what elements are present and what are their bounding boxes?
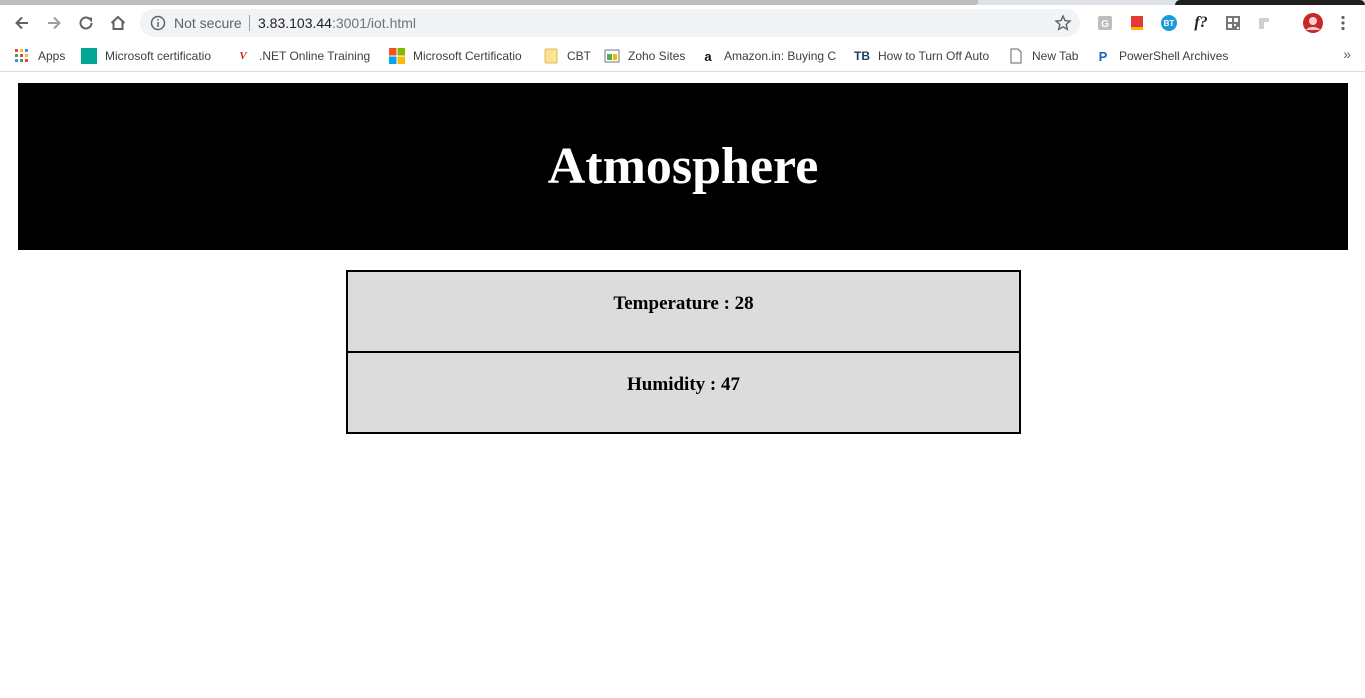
bookmark-label: Microsoft certificatio [105,49,212,63]
bookmark-label: Amazon.in: Buying Ch [724,49,836,63]
bookmark-label: .NET Online Training [259,49,370,63]
temperature-reading: Temperature : 28 [613,293,754,314]
microsoft-logo-icon [389,48,405,64]
humidity-cell: Humidity : 47 [346,351,1021,434]
forward-button[interactable] [40,9,68,37]
svg-text:G: G [1101,19,1109,30]
security-label[interactable]: Not secure [174,14,242,32]
tb-logo-icon: TB [854,49,870,63]
qr-code-extension-icon[interactable] [1224,14,1242,32]
teal-square-icon [81,48,97,64]
font-finder-extension-icon[interactable]: f? [1192,14,1210,32]
bookmark-dotnet-training[interactable]: V .NET Online Training [235,47,370,65]
readings-table: Temperature : 28 Humidity : 47 [346,270,1021,434]
bookmark-star-icon[interactable] [1054,14,1072,32]
page-title: Atmosphere [547,138,819,195]
header-banner: Atmosphere [18,83,1348,250]
bookmark-label: Apps [38,49,66,63]
temperature-cell: Temperature : 28 [346,270,1021,353]
home-icon [110,15,126,30]
bookmark-folder-cbt[interactable]: CBT [543,47,591,65]
bookmark-microsoft-certification-2[interactable]: Microsoft Certificatio [389,47,526,65]
url-path: :3001/iot.html [331,15,417,31]
p-logo-icon: P [1098,48,1108,64]
browser-toolbar: Not secure 3.83.103.44:3001/iot.html G B… [0,5,1365,41]
reload-button[interactable] [72,9,100,37]
bookmark-label: New Tab [1032,49,1079,63]
url-text[interactable]: 3.83.103.44:3001/iot.html [258,14,416,32]
bookmark-label: Zoho Sites [628,49,686,63]
amazon-icon: a [704,48,712,64]
bookmarks-bar: Apps Microsoft certificatio V .NET Onlin… [0,41,1365,72]
bookmark-microsoft-certification-1[interactable]: Microsoft certificatio [81,47,218,65]
book-extension-icon[interactable] [1128,14,1146,32]
url-host: 3.83.103.44 [258,15,332,31]
bookmark-zoho-sites[interactable]: Zoho Sites [604,47,685,65]
folder-icon [543,48,559,64]
bt-extension-icon[interactable]: BT [1160,14,1178,32]
humidity-reading: Humidity : 47 [627,374,740,395]
back-arrow-icon [15,16,28,30]
page-icon [1008,48,1024,64]
bt-extension-label: BT [1163,18,1175,28]
address-bar[interactable]: Not secure 3.83.103.44:3001/iot.html [140,9,1080,37]
font-finder-label: f? [1194,14,1208,31]
bookmark-new-tab[interactable]: New Tab [1008,47,1078,65]
home-button[interactable] [104,9,132,37]
bookmark-apps[interactable]: Apps [14,47,65,65]
profile-avatar[interactable] [1302,12,1324,34]
google-translate-extension-icon[interactable]: G [1096,14,1114,32]
table-row: Temperature : 28 [346,270,1021,353]
reload-icon [79,16,93,30]
back-button[interactable] [8,9,36,37]
omnibox-divider [249,15,250,31]
bookmark-label: Microsoft Certificatio [413,49,522,63]
bookmark-amazon[interactable]: a Amazon.in: Buying Ch [700,47,836,65]
clipper-extension-icon[interactable] [1256,14,1274,32]
dotnet-logo-icon: V [239,50,247,62]
bookmarks-overflow-button[interactable]: » [1343,46,1351,62]
zoho-icon [604,48,620,64]
bookmark-label: PowerShell Archives - [1119,49,1230,63]
bookmark-powershell-archives[interactable]: P PowerShell Archives - [1095,47,1230,65]
forward-arrow-icon [48,16,61,30]
chrome-menu-icon[interactable] [1336,14,1350,32]
bookmark-turn-off-auto[interactable]: TB How to Turn Off Auto [854,47,992,65]
bookmark-label: CBT [567,49,591,63]
info-icon[interactable] [150,15,166,31]
table-row: Humidity : 47 [346,351,1021,434]
bookmark-label: How to Turn Off Auto [878,49,990,63]
apps-grid-icon [14,48,30,64]
